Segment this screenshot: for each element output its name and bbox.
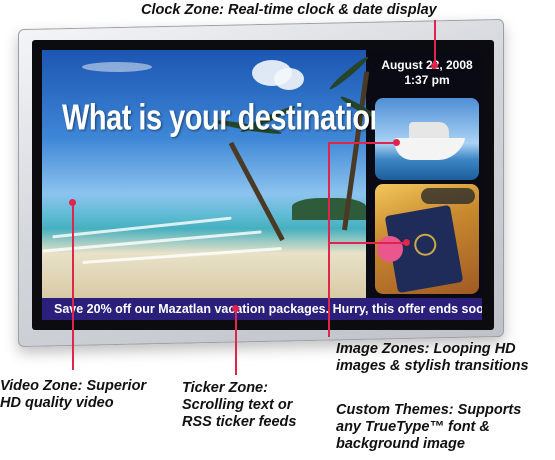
callout-line-video xyxy=(72,202,74,370)
callout-dot-image-2 xyxy=(403,239,410,246)
callout-dot-clock xyxy=(431,62,438,69)
cloud xyxy=(82,62,152,72)
clock-zone-annotation: Clock Zone: Real-time clock & date displ… xyxy=(141,2,437,18)
passport-seal xyxy=(412,231,439,258)
clock-time: 1:37 pm xyxy=(404,73,450,87)
callout-line-images-h2 xyxy=(328,242,406,244)
custom-themes-annotation: Custom Themes: Supports any TrueType™ fo… xyxy=(336,402,521,453)
ticker-zone-annotation: Ticker Zone: Scrolling text or RSS ticke… xyxy=(182,380,296,431)
video-zone: What is your destination? xyxy=(42,50,404,298)
image-zones-annotation: Image Zones: Looping HD images & stylish… xyxy=(336,341,529,375)
ticker-zone-annotation-line-2: Scrolling text or xyxy=(182,397,293,413)
image-zones-annotation-line-1: Image Zones: Looping HD xyxy=(336,341,516,357)
callout-line-ticker xyxy=(235,310,237,375)
custom-themes-annotation-line-1: Custom Themes: Supports xyxy=(336,402,522,418)
screen-headline: What is your destination? xyxy=(62,98,404,138)
wave xyxy=(82,247,282,264)
callout-line-images-v xyxy=(328,142,330,337)
video-zone-annotation-line-1: Video Zone: Superior xyxy=(0,378,147,394)
flower-icon xyxy=(377,236,403,262)
callout-dot-video xyxy=(69,199,76,206)
clock-date: August 22, 2008 xyxy=(381,58,473,72)
sunglasses-icon xyxy=(421,188,475,204)
cloud xyxy=(274,68,304,90)
ticker-zone-annotation-line-3: RSS ticker feeds xyxy=(182,414,297,430)
ship-hull xyxy=(390,138,466,160)
signage-screen: What is your destination? August 22, 200… xyxy=(42,50,482,320)
clock-zone: August 22, 2008 1:37 pm xyxy=(372,50,482,96)
palm-trunk xyxy=(228,141,285,242)
image-zones-annotation-line-2: images & stylish transitions xyxy=(336,358,529,374)
callout-dot-ticker xyxy=(232,305,239,312)
callout-line-clock xyxy=(434,20,436,65)
video-zone-annotation: Video Zone: Superior HD quality video xyxy=(0,378,146,412)
ticker-zone: Save 20% off our Mazatlan vacation packa… xyxy=(42,298,482,320)
custom-themes-annotation-line-3: background image xyxy=(336,436,465,452)
image-zone-cruise-ship xyxy=(375,98,479,180)
video-zone-annotation-line-2: HD quality video xyxy=(0,395,114,411)
image-zone-passport xyxy=(375,184,479,294)
callout-dot-image-1 xyxy=(393,139,400,146)
callout-line-images-h1 xyxy=(328,142,396,144)
custom-themes-annotation-line-2: any TrueType™ font & xyxy=(336,419,490,435)
ticker-zone-annotation-line-1: Ticker Zone: xyxy=(182,380,268,396)
